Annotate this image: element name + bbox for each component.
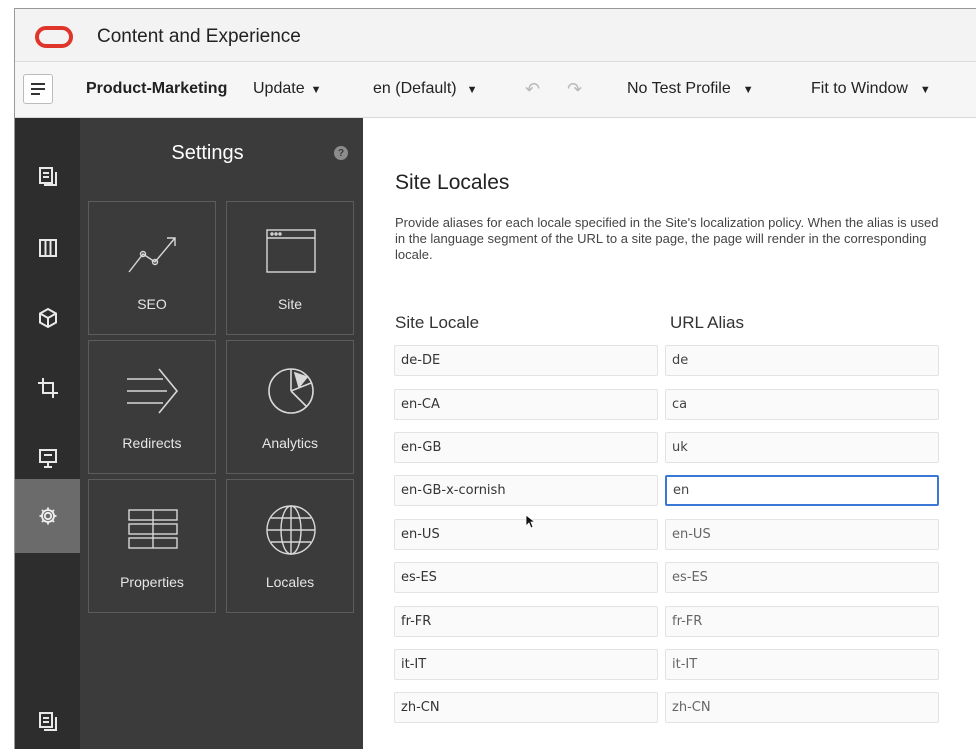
tile-analytics-label: Analytics [261, 435, 319, 451]
col-url-alias: URL Alias [670, 313, 745, 332]
rail-settings[interactable] [15, 479, 80, 553]
url-alias-input[interactable]: it-IT [665, 649, 939, 680]
locale-dropdown[interactable]: en (Default) ▼ [373, 80, 477, 98]
toolbar: Product-Marketing Update ▼ en (Default) ▼ … [15, 62, 976, 118]
rail-publish[interactable] [15, 432, 80, 484]
site-icon [266, 229, 316, 273]
rail-components[interactable] [15, 222, 80, 274]
url-alias-input[interactable]: zh-CN [665, 692, 939, 723]
caret-down-icon: ▼ [310, 84, 322, 96]
url-alias-input[interactable]: es-ES [665, 562, 939, 593]
tile-seo[interactable]: SEO [88, 201, 216, 335]
tile-properties[interactable]: Properties [88, 479, 216, 613]
site-locale-field: en-GB-x-cornish [394, 475, 658, 506]
site-locale-field: it-IT [394, 649, 658, 680]
site-locale-field: en-GB [394, 432, 658, 463]
title-bar: Content and Experience [15, 9, 976, 62]
tile-seo-label: SEO [137, 296, 167, 312]
tile-properties-label: Properties [120, 574, 184, 590]
settings-panel: Settings ? SEO Site Redirects Analytics … [80, 118, 363, 749]
main-content: Site Locales Provide aliases for each lo… [363, 118, 976, 749]
publish-icon [38, 449, 57, 468]
seo-icon [128, 237, 176, 273]
redo-icon[interactable]: ↷ [567, 79, 582, 100]
components-icon [38, 239, 57, 257]
analytics-icon [268, 368, 314, 414]
locale-label: en (Default) [373, 80, 457, 97]
tile-site-label: Site [277, 296, 303, 312]
col-site-locale: Site Locale [395, 313, 480, 332]
rail-pages[interactable] [15, 151, 80, 203]
tile-redirects[interactable]: Redirects [88, 340, 216, 474]
properties-icon [128, 509, 178, 549]
crop-icon [37, 378, 58, 398]
caret-down-icon: ▼ [466, 84, 478, 96]
site-locale-field: es-ES [394, 562, 658, 593]
tile-analytics[interactable]: Analytics [226, 340, 354, 474]
rail-bottom-pages[interactable] [15, 696, 80, 748]
url-alias-input-focused[interactable]: en [665, 475, 939, 506]
caret-down-icon: ▼ [742, 84, 754, 96]
site-locale-field: de-DE [394, 345, 658, 376]
hamburger-icon [31, 80, 45, 98]
tile-locales-label: Locales [265, 574, 315, 590]
update-dropdown[interactable]: Update ▼ [253, 80, 321, 98]
url-alias-input[interactable]: uk [665, 432, 939, 463]
update-label: Update [253, 80, 305, 97]
url-alias-input[interactable]: ca [665, 389, 939, 420]
tile-redirects-label: Redirects [122, 435, 182, 451]
caret-down-icon: ▼ [919, 84, 931, 96]
bottom-pages-icon [38, 712, 57, 731]
left-rail [15, 118, 80, 749]
redirects-icon [127, 368, 179, 414]
url-alias-input[interactable]: en-US [665, 519, 939, 550]
settings-icon [39, 507, 56, 525]
pages-icon [38, 167, 57, 186]
fit-dropdown[interactable]: Fit to Window ▼ [811, 80, 931, 98]
app-title: Content and Experience [97, 26, 301, 47]
site-locale-field: fr-FR [394, 606, 658, 637]
page-description: Provide aliases for each locale specifie… [395, 215, 939, 262]
panel-title: Settings [171, 142, 244, 164]
menu-button[interactable] [23, 74, 53, 104]
site-locale-field: en-CA [394, 389, 658, 420]
mouse-pointer-icon [525, 514, 537, 529]
site-locale-field: zh-CN [394, 692, 658, 723]
tile-site[interactable]: Site [226, 201, 354, 335]
url-alias-input[interactable]: de [665, 345, 939, 376]
page-title: Site Locales [395, 171, 510, 194]
oracle-logo-icon [35, 26, 73, 48]
url-alias-input[interactable]: fr-FR [665, 606, 939, 637]
fit-label: Fit to Window [811, 80, 908, 97]
themes-icon [38, 307, 57, 329]
app-window: Content and Experience Product-Marketing… [14, 8, 976, 749]
help-icon[interactable]: ? [334, 146, 348, 160]
test-profile-label: No Test Profile [627, 80, 731, 97]
undo-icon[interactable]: ↶ [525, 79, 540, 100]
rail-crop[interactable] [15, 362, 80, 414]
site-name: Product-Marketing [86, 80, 228, 97]
rail-themes[interactable] [15, 292, 80, 344]
locales-icon [266, 505, 316, 555]
test-profile-dropdown[interactable]: No Test Profile ▼ [627, 80, 754, 98]
tile-locales[interactable]: Locales [226, 479, 354, 613]
